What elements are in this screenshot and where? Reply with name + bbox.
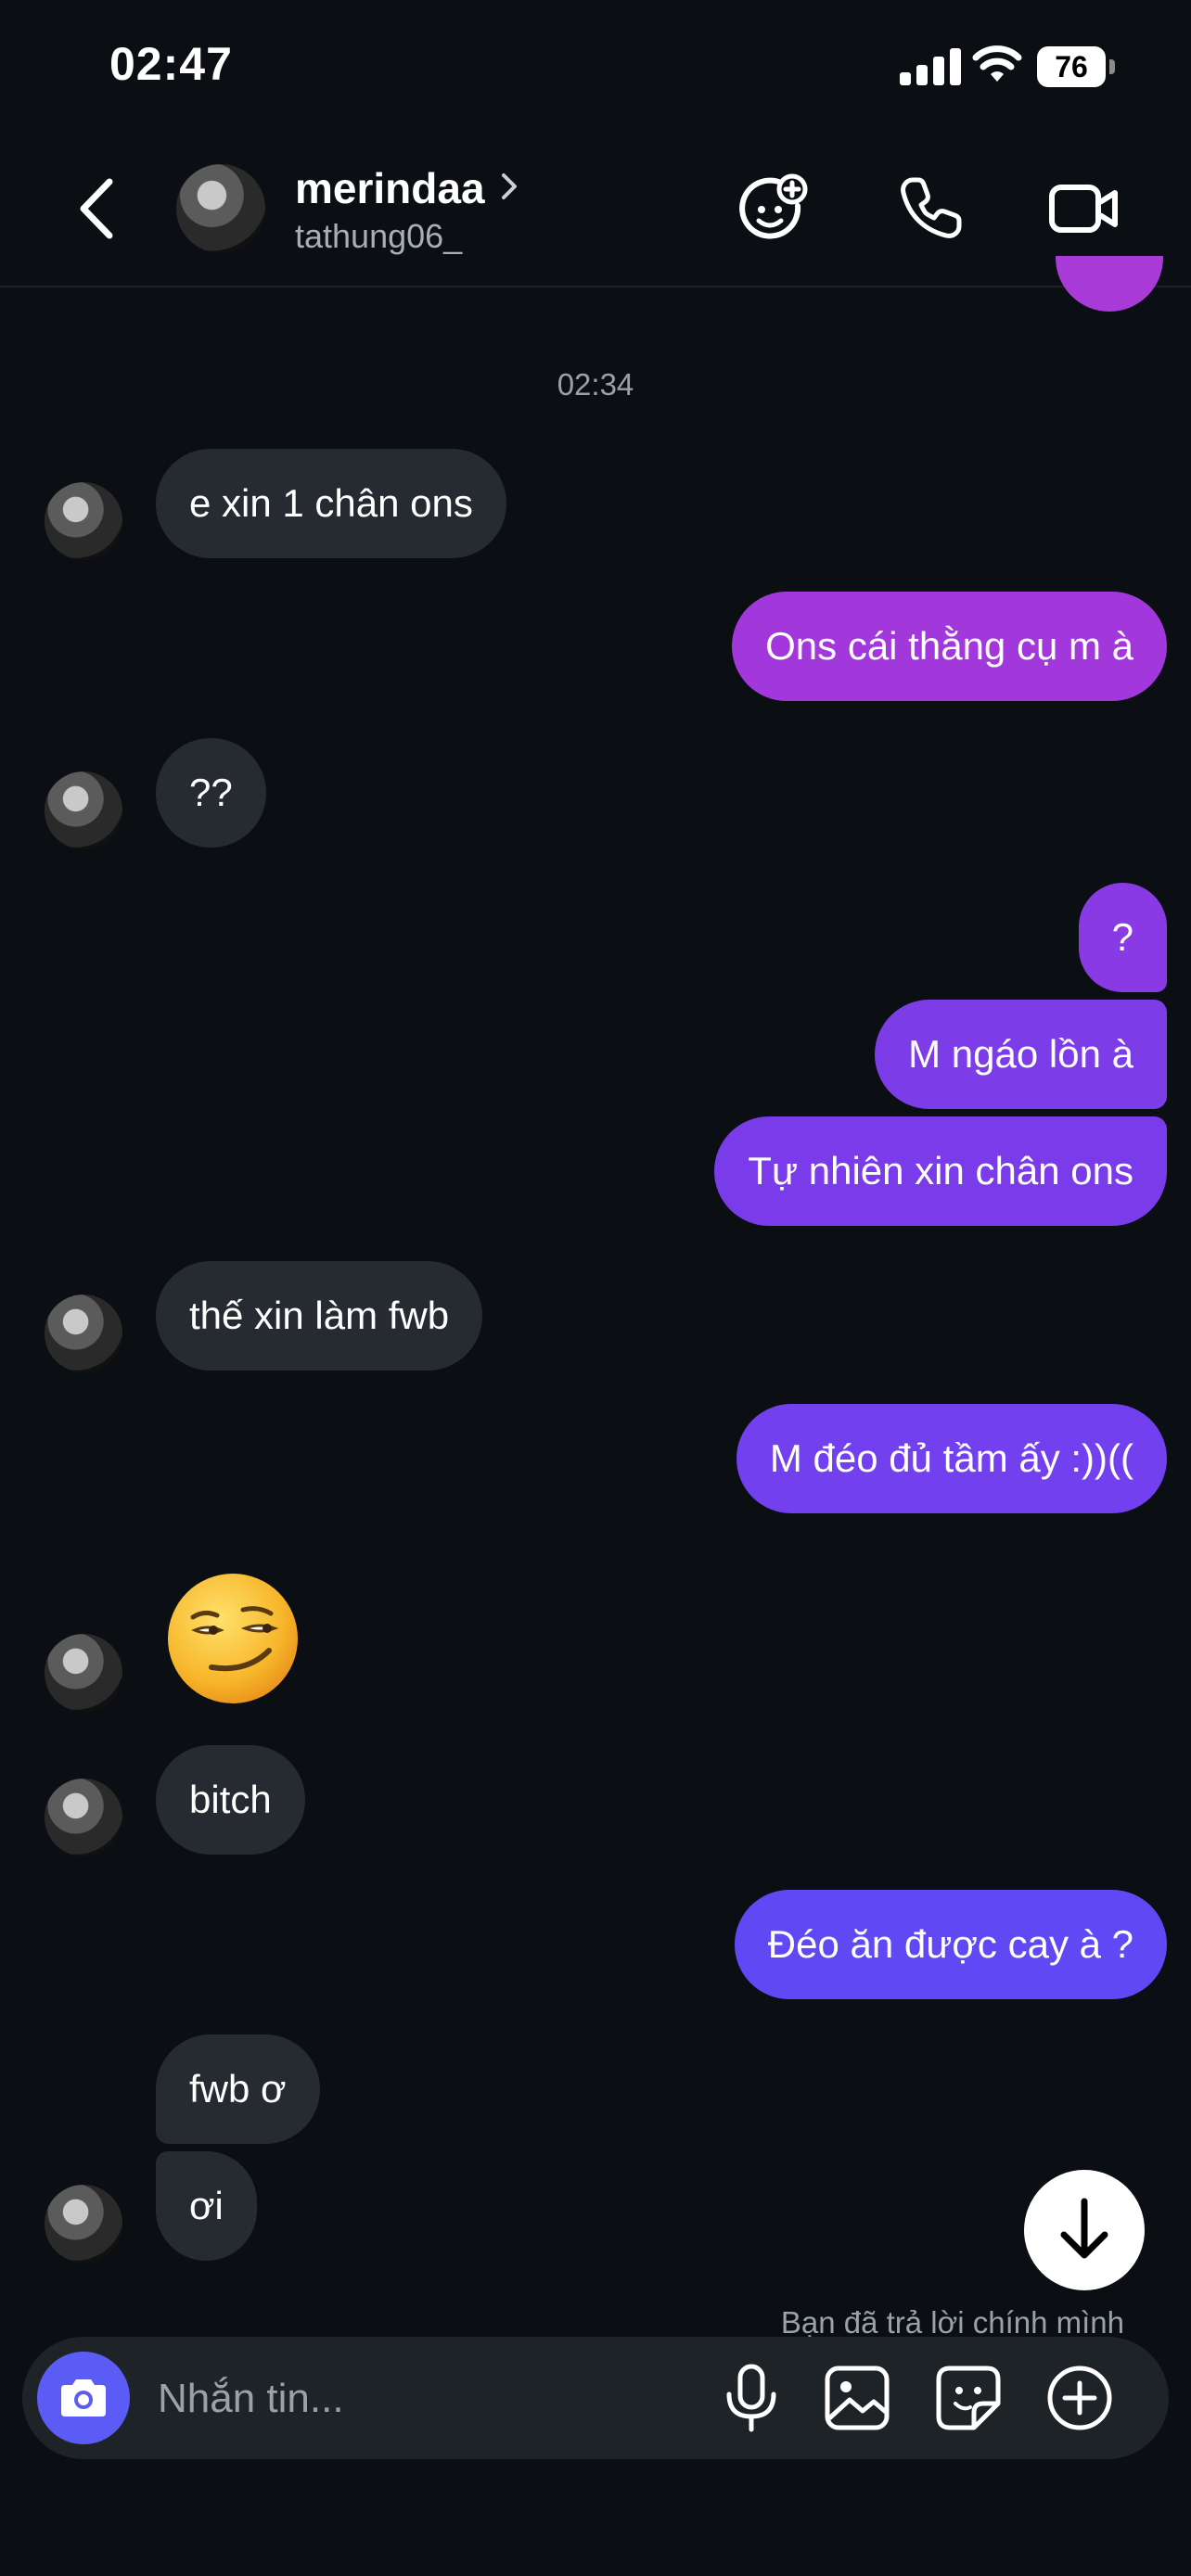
sender-avatar[interactable] [45, 1779, 122, 1856]
back-chevron-icon[interactable] [76, 176, 117, 241]
contact-name[interactable]: merindaa [295, 163, 485, 213]
message-outgoing[interactable]: Ons cái thằng cụ m à [732, 592, 1167, 701]
previous-outgoing-bubble [1056, 256, 1163, 312]
battery-level: 76 [1037, 46, 1106, 87]
message-incoming[interactable]: thế xin làm fwb [156, 1261, 483, 1371]
message-outgoing[interactable]: Đéo ăn được cay à ? [734, 1890, 1167, 1999]
face-plus-icon[interactable] [736, 172, 809, 245]
sender-avatar[interactable] [45, 772, 122, 849]
microphone-icon[interactable] [714, 2361, 788, 2435]
message-input[interactable] [156, 2359, 679, 2439]
camera-button[interactable] [37, 2352, 130, 2444]
image-icon[interactable] [820, 2361, 894, 2435]
arrow-down-icon [1060, 2198, 1108, 2259]
camera-icon [61, 2379, 106, 2417]
scroll-to-bottom-button[interactable] [1024, 2170, 1145, 2290]
message-incoming[interactable]: bitch [156, 1745, 305, 1855]
sticker-icon[interactable] [931, 2361, 1005, 2435]
sender-avatar[interactable] [45, 1634, 122, 1712]
contact-avatar[interactable] [176, 164, 265, 253]
wifi-icon [972, 45, 1022, 82]
contact-username: tathung06_ [295, 217, 463, 255]
sender-avatar[interactable] [45, 1294, 122, 1372]
message-incoming[interactable]: ơi [156, 2151, 257, 2261]
message-outgoing[interactable]: M ngáo lồn à [875, 1000, 1167, 1109]
message-incoming[interactable]: e xin 1 chân ons [156, 449, 506, 558]
video-camera-icon[interactable] [1048, 172, 1121, 245]
sender-avatar[interactable] [45, 482, 122, 560]
cellular-signal-icon [900, 48, 961, 85]
smirk-emoji-icon[interactable] [163, 1569, 302, 1708]
message-incoming[interactable]: ?? [156, 738, 266, 848]
phone-icon[interactable] [894, 172, 967, 245]
thread-timestamp: 02:34 [557, 367, 634, 402]
message-incoming[interactable]: fwb ơ [156, 2034, 320, 2144]
chevron-right-icon[interactable] [501, 172, 518, 200]
message-outgoing[interactable]: Tự nhiên xin chân ons [714, 1116, 1167, 1226]
battery-icon: 76 [1037, 46, 1115, 87]
reply-note: Bạn đã trả lời chính mình [780, 2305, 1124, 2340]
sender-avatar[interactable] [45, 2185, 122, 2263]
message-outgoing[interactable]: ? [1078, 883, 1167, 992]
status-time: 02:47 [109, 38, 233, 90]
plus-circle-icon[interactable] [1043, 2361, 1117, 2435]
message-outgoing[interactable]: M đéo đủ tầm ấy :))(( [736, 1404, 1167, 1513]
